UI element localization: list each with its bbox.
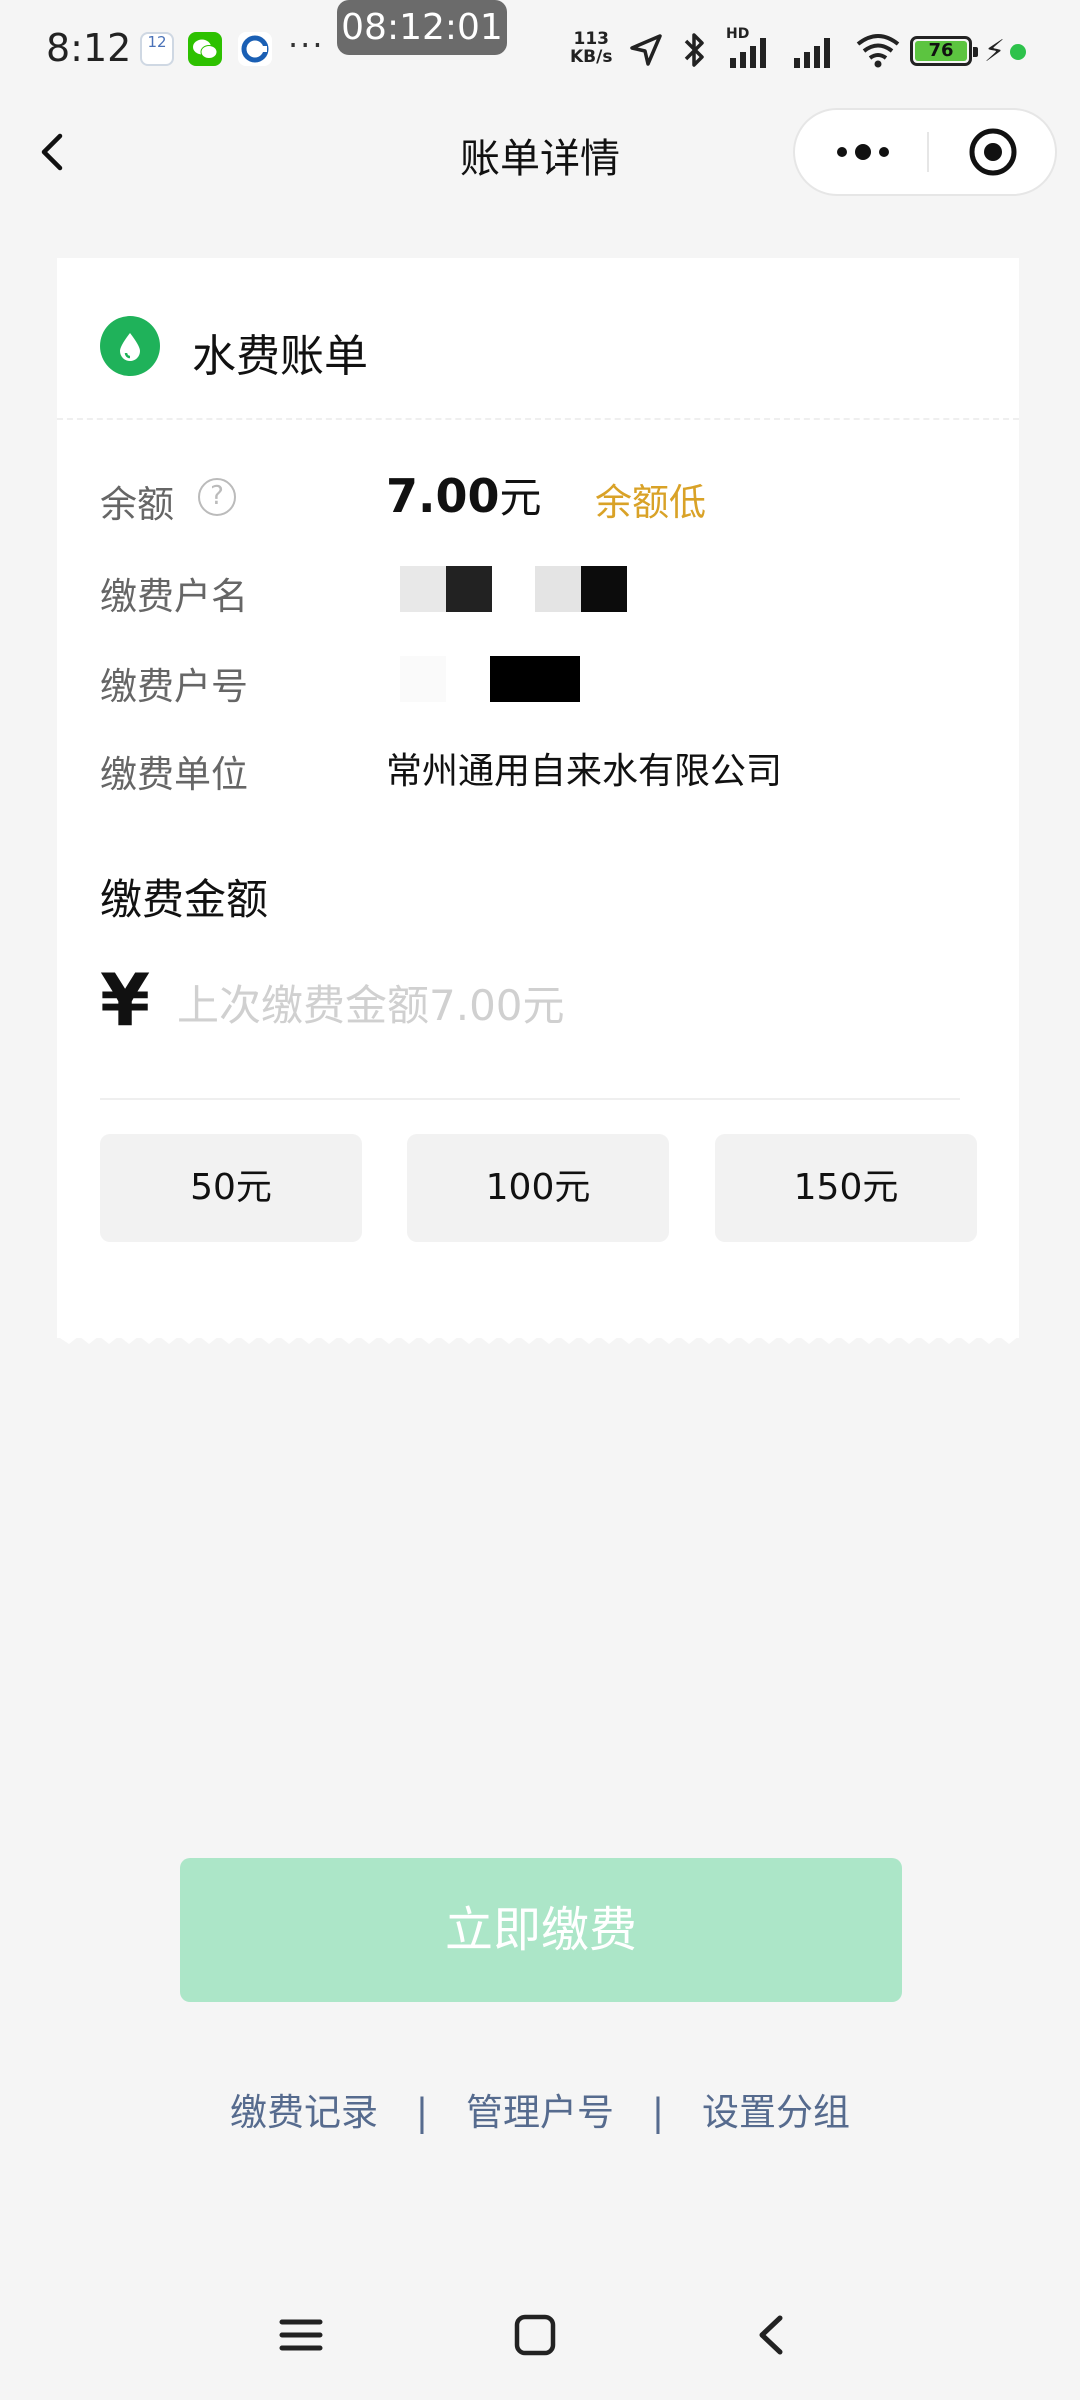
network-speed-value: 113 [573,29,609,49]
amount-divider [100,1098,960,1100]
account-number-label: 缴费户号 [100,665,248,708]
balance-value: 7.00元 [386,464,542,525]
card-header: 水费账单 [57,258,1019,420]
calendar-day: 12 [147,33,167,51]
water-drop-icon [100,316,160,376]
wifi-icon [856,34,900,68]
signal-icon [794,38,830,68]
menu-icon [279,2319,323,2351]
system-nav-bar [0,2290,1080,2380]
chevron-left-icon [759,2315,783,2355]
capsule-divider [927,132,929,172]
account-name-row: 缴费户名 [100,558,980,618]
home-button[interactable] [500,2300,570,2370]
charging-icon: ⚡ [984,34,1006,69]
amount-title: 缴费金额 [100,875,269,924]
company-label: 缴费单位 [100,753,248,796]
clock-overlay: 08:12:01 [337,0,507,55]
account-name-label: 缴费户名 [100,575,248,618]
privacy-dot-icon [1010,44,1026,60]
square-home-icon [514,2314,556,2356]
more-dots-icon [837,144,889,160]
link-separator: | [651,2091,665,2134]
calendar-icon: 12 [140,32,174,66]
masked-account-name [400,566,650,614]
system-back-button[interactable] [738,2300,808,2370]
link-payment-records[interactable]: 缴费记录 [230,2091,378,2134]
status-time: 8:12 [46,26,132,70]
balance-label: 余额 [100,483,174,526]
status-bar: 8:12 12 ··· 08:12:01 113 KB/s HD 76 ⚡ [0,0,1080,100]
quick-amount-150[interactable]: 150元 [715,1134,977,1242]
currency-symbol: ¥ [100,958,151,1042]
mini-program-capsule [793,108,1057,196]
bluetooth-icon [684,33,704,67]
card-title: 水费账单 [192,331,368,382]
quick-amount-50[interactable]: 50元 [100,1134,362,1242]
balance-row: 余额 ? 7.00元 余额低 [100,466,980,526]
balance-amount: 7.00 [386,469,500,523]
recent-apps-button[interactable] [266,2300,336,2370]
more-button[interactable] [825,110,901,194]
amount-input[interactable] [177,970,977,1040]
help-icon[interactable]: ? [198,478,236,516]
company-row: 缴费单位 常州通用自来水有限公司 [100,736,980,796]
network-speed-unit: KB/s [570,47,613,67]
nav-bar: 账单详情 [0,100,1080,204]
masked-account-number [400,656,600,704]
wechat-icon [188,32,222,66]
battery-icon: 76 [910,36,978,66]
close-button[interactable] [953,110,1033,194]
card-zigzag-edge [57,1326,1019,1344]
link-set-groups[interactable]: 设置分组 [702,2091,850,2134]
quick-amount-100[interactable]: 100元 [407,1134,669,1242]
low-balance-badge: 余额低 [595,481,706,524]
location-icon [630,34,662,66]
battery-level: 76 [915,41,967,61]
hd-signal-icon: HD [726,26,774,70]
account-number-row: 缴费户号 [100,648,980,708]
network-speed: 113 KB/s [570,30,612,66]
target-circle-icon [969,128,1017,176]
bill-card: 水费账单 余额 ? 7.00元 余额低 缴费户名 缴费户号 缴费单位 常州通用自… [57,258,1019,1338]
bank-app-icon [238,32,272,66]
link-separator: | [415,2091,429,2134]
more-notifications-icon: ··· [288,26,325,64]
company-value: 常州通用自来水有限公司 [386,751,783,792]
footer-links: 缴费记录 | 管理户号 | 设置分组 [0,2082,1080,2136]
link-manage-accounts[interactable]: 管理户号 [466,2091,614,2134]
pay-now-button[interactable]: 立即缴费 [180,1858,902,2002]
balance-unit: 元 [499,473,542,522]
